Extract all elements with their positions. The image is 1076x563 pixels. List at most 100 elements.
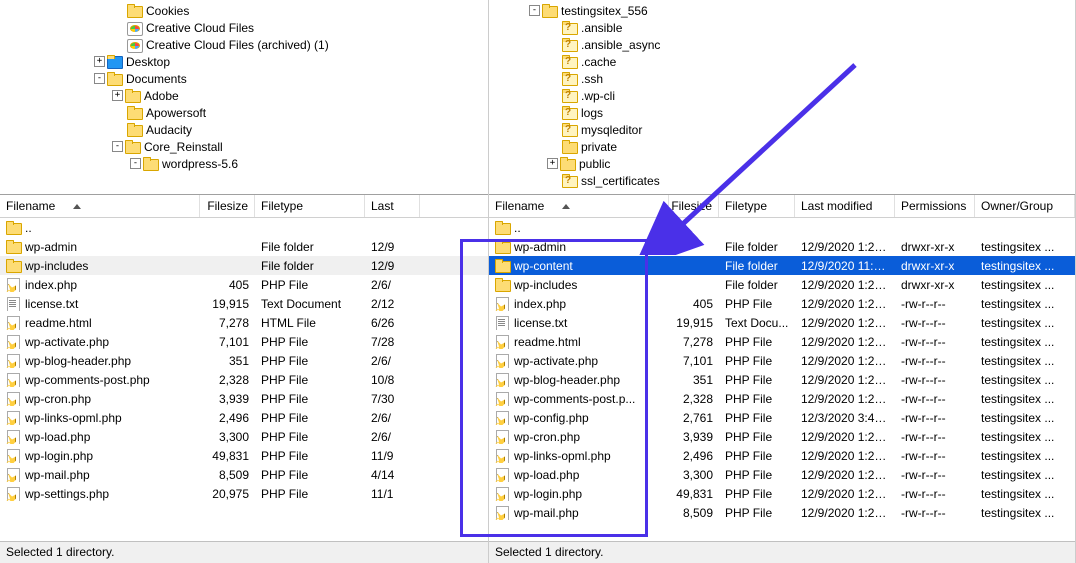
- local-file-list[interactable]: .. wp-admin File folder 12/9 wp-includes…: [0, 218, 488, 541]
- file-row[interactable]: license.txt 19,915 Text Docu... 12/9/202…: [489, 313, 1075, 332]
- tree-item[interactable]: - wordpress-5.6: [0, 155, 488, 172]
- tree-expander[interactable]: -: [94, 73, 105, 84]
- tree-item[interactable]: Apowersoft: [0, 104, 488, 121]
- file-size: 8,509: [669, 506, 719, 520]
- file-owner: testingsitex ...: [975, 240, 1075, 254]
- file-row[interactable]: wp-includes File folder 12/9: [0, 256, 488, 275]
- file-row[interactable]: license.txt 19,915 Text Document 2/12: [0, 294, 488, 313]
- tree-item[interactable]: Creative Cloud Files (archived) (1): [0, 36, 488, 53]
- col-lastmod[interactable]: Last: [365, 195, 420, 217]
- file-name: wp-blog-header.php: [25, 354, 131, 368]
- tree-item[interactable]: ? .wp-cli: [489, 87, 1075, 104]
- php-file-icon: [6, 354, 22, 368]
- remote-file-list[interactable]: .. wp-admin File folder 12/9/2020 1:22:.…: [489, 218, 1075, 541]
- tree-expander[interactable]: +: [94, 56, 105, 67]
- file-row[interactable]: wp-links-opml.php 2,496 PHP File 2/6/: [0, 408, 488, 427]
- file-row[interactable]: readme.html 7,278 HTML File 6/26: [0, 313, 488, 332]
- tree-item[interactable]: + Adobe: [0, 87, 488, 104]
- file-type: File folder: [719, 240, 795, 254]
- file-modified: 12/9/2020 1:22:...: [795, 430, 895, 444]
- tree-item[interactable]: ? .ssh: [489, 70, 1075, 87]
- col-owner[interactable]: Owner/Group: [975, 195, 1075, 217]
- file-row[interactable]: wp-mail.php 8,509 PHP File 12/9/2020 1:2…: [489, 503, 1075, 522]
- tree-expander[interactable]: +: [547, 158, 558, 169]
- tree-item-label: .wp-cli: [581, 89, 615, 103]
- file-row[interactable]: wp-links-opml.php 2,496 PHP File 12/9/20…: [489, 446, 1075, 465]
- tree-item[interactable]: ? .ansible: [489, 19, 1075, 36]
- php-file-icon: [495, 487, 511, 501]
- file-size: 3,939: [200, 392, 255, 406]
- tree-item[interactable]: Creative Cloud Files: [0, 19, 488, 36]
- file-row[interactable]: readme.html 7,278 PHP File 12/9/2020 1:2…: [489, 332, 1075, 351]
- tree-item-label: .cache: [581, 55, 616, 69]
- folder-icon: [143, 157, 159, 171]
- tree-item[interactable]: Audacity: [0, 121, 488, 138]
- file-row[interactable]: index.php 405 PHP File 12/9/2020 1:22:..…: [489, 294, 1075, 313]
- col-filename[interactable]: Filename: [0, 195, 200, 217]
- col-filename[interactable]: Filename: [489, 195, 669, 217]
- file-row[interactable]: wp-admin File folder 12/9/2020 1:22:... …: [489, 237, 1075, 256]
- tree-item[interactable]: + Desktop: [0, 53, 488, 70]
- tree-item[interactable]: ? logs: [489, 104, 1075, 121]
- php-file-icon: [6, 392, 22, 406]
- col-filesize[interactable]: Filesize: [669, 195, 719, 217]
- tree-item[interactable]: ? ssl_certificates: [489, 172, 1075, 189]
- tree-item[interactable]: - Documents: [0, 70, 488, 87]
- file-modified: 2/6/: [365, 354, 420, 368]
- file-row[interactable]: wp-cron.php 3,939 PHP File 7/30: [0, 389, 488, 408]
- file-row[interactable]: wp-load.php 3,300 PHP File 12/9/2020 1:2…: [489, 465, 1075, 484]
- file-type: PHP File: [719, 449, 795, 463]
- tree-expander[interactable]: -: [529, 5, 540, 16]
- file-name: readme.html: [514, 335, 581, 349]
- col-filetype[interactable]: Filetype: [255, 195, 365, 217]
- file-row[interactable]: wp-comments-post.p... 2,328 PHP File 12/…: [489, 389, 1075, 408]
- file-row[interactable]: wp-login.php 49,831 PHP File 11/9: [0, 446, 488, 465]
- file-row[interactable]: wp-includes File folder 12/9/2020 1:23:.…: [489, 275, 1075, 294]
- file-name: license.txt: [514, 316, 567, 330]
- col-filesize[interactable]: Filesize: [200, 195, 255, 217]
- file-size: 3,939: [669, 430, 719, 444]
- file-row[interactable]: ..: [0, 218, 488, 237]
- tree-item[interactable]: private: [489, 138, 1075, 155]
- col-lastmod[interactable]: Last modified: [795, 195, 895, 217]
- tree-item-label: Creative Cloud Files (archived) (1): [146, 38, 329, 52]
- tree-item[interactable]: ? .cache: [489, 53, 1075, 70]
- tree-item[interactable]: - Core_Reinstall: [0, 138, 488, 155]
- remote-tree[interactable]: - testingsitex_556 ? .ansible ? .ansible…: [489, 0, 1075, 195]
- tree-expander[interactable]: -: [130, 158, 141, 169]
- file-row[interactable]: index.php 405 PHP File 2/6/: [0, 275, 488, 294]
- col-permissions[interactable]: Permissions: [895, 195, 975, 217]
- file-row[interactable]: wp-activate.php 7,101 PHP File 12/9/2020…: [489, 351, 1075, 370]
- tree-item[interactable]: ? .ansible_async: [489, 36, 1075, 53]
- file-row[interactable]: wp-activate.php 7,101 PHP File 7/28: [0, 332, 488, 351]
- php-file-icon: [495, 449, 511, 463]
- local-list-header[interactable]: Filename Filesize Filetype Last: [0, 195, 488, 218]
- file-row[interactable]: wp-login.php 49,831 PHP File 12/9/2020 1…: [489, 484, 1075, 503]
- file-size: 2,496: [200, 411, 255, 425]
- file-type: Text Docu...: [719, 316, 795, 330]
- file-row[interactable]: wp-settings.php 20,975 PHP File 11/1: [0, 484, 488, 503]
- tree-item[interactable]: Cookies: [0, 2, 488, 19]
- file-modified: 12/9/2020 1:23:...: [795, 278, 895, 292]
- tree-item[interactable]: ? mysqleditor: [489, 121, 1075, 138]
- tree-item[interactable]: - testingsitex_556: [489, 2, 1075, 19]
- file-row[interactable]: wp-content File folder 12/9/2020 11:5...…: [489, 256, 1075, 275]
- remote-list-header[interactable]: Filename Filesize Filetype Last modified…: [489, 195, 1075, 218]
- col-filetype[interactable]: Filetype: [719, 195, 795, 217]
- file-size: 3,300: [200, 430, 255, 444]
- tree-expander[interactable]: -: [112, 141, 123, 152]
- tree-item[interactable]: + public: [489, 155, 1075, 172]
- file-row[interactable]: wp-admin File folder 12/9: [0, 237, 488, 256]
- file-row[interactable]: ..: [489, 218, 1075, 237]
- file-row[interactable]: wp-blog-header.php 351 PHP File 12/9/202…: [489, 370, 1075, 389]
- file-row[interactable]: wp-comments-post.php 2,328 PHP File 10/8: [0, 370, 488, 389]
- file-row[interactable]: wp-config.php 2,761 PHP File 12/3/2020 3…: [489, 408, 1075, 427]
- folder-icon: [495, 240, 511, 254]
- file-row[interactable]: wp-blog-header.php 351 PHP File 2/6/: [0, 351, 488, 370]
- local-tree[interactable]: Cookies Creative Cloud Files Creative Cl…: [0, 0, 488, 195]
- file-permissions: -rw-r--r--: [895, 373, 975, 387]
- file-row[interactable]: wp-load.php 3,300 PHP File 2/6/: [0, 427, 488, 446]
- file-row[interactable]: wp-cron.php 3,939 PHP File 12/9/2020 1:2…: [489, 427, 1075, 446]
- file-row[interactable]: wp-mail.php 8,509 PHP File 4/14: [0, 465, 488, 484]
- tree-expander[interactable]: +: [112, 90, 123, 101]
